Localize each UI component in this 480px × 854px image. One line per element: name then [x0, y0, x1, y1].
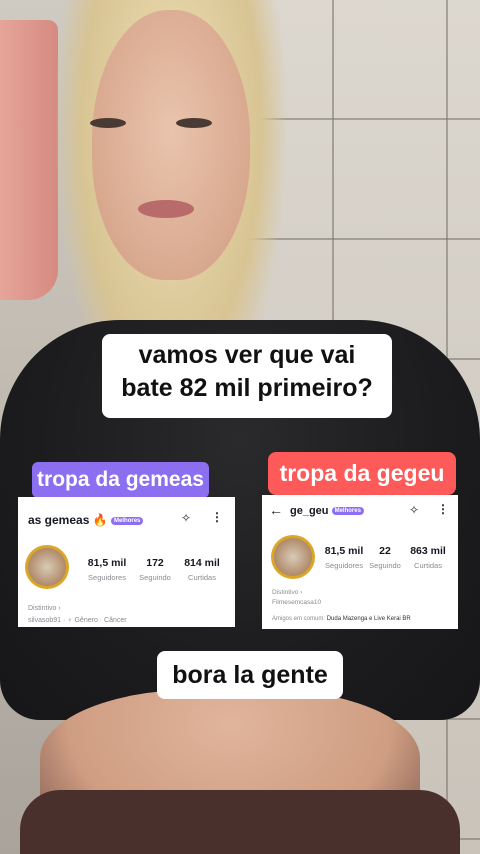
profile-bio: Filmesemcasa10 [272, 599, 322, 606]
pants [20, 790, 460, 854]
following-label: Seguindo [369, 561, 401, 570]
profile-info-line: silvasob91 · ♀ Gênero · Câncer [28, 617, 127, 624]
profile-badge: Melhores [111, 516, 144, 525]
profile-card-gemeas: as gemeas 🔥 Melhores ✧ ⋮ 81,5 mil Seguid… [18, 497, 235, 627]
pin-icon[interactable]: ✧ [409, 503, 419, 517]
following-label: Seguindo [139, 573, 171, 582]
bottom-caption: bora la gente [157, 651, 343, 699]
profile-badge: Melhores [331, 507, 364, 516]
following-count: 172 [146, 557, 164, 569]
tag-gemeas: tropa da gemeas [32, 462, 209, 498]
likes-label: Curtidas [414, 561, 442, 570]
fire-icon: 🔥 [92, 513, 108, 527]
more-options-icon[interactable]: ⋮ [211, 510, 223, 524]
tag-gegeu: tropa da gegeu [268, 452, 456, 495]
stat-followers[interactable]: 81,5 mil Seguidores [321, 545, 367, 570]
stat-following[interactable]: 22 Seguindo [368, 545, 402, 570]
stat-likes[interactable]: 814 mil Curtidas [178, 557, 226, 582]
back-arrow-icon[interactable]: ← [269, 502, 283, 518]
left-eye [90, 118, 126, 128]
more-options-icon[interactable]: ⋮ [437, 502, 449, 516]
likes-count: 863 mil [410, 545, 446, 557]
avatar[interactable] [271, 535, 315, 579]
distintivo-link[interactable]: Distintivo › [272, 589, 302, 596]
main-caption-line1: vamos ver que vai [138, 341, 356, 369]
right-eye [176, 118, 212, 128]
towel [0, 20, 58, 300]
person-face [92, 10, 250, 280]
avatar[interactable] [25, 545, 69, 589]
stat-likes[interactable]: 863 mil Curtidas [405, 545, 451, 570]
mutual-friends-label: Amigos em comum: [272, 616, 326, 622]
main-caption-line2: bate 82 mil primeiro? [121, 374, 373, 402]
followers-label: Seguidores [325, 561, 363, 570]
profile-username: as gemeas 🔥 Melhores [28, 513, 144, 527]
stat-followers[interactable]: 81,5 mil Seguidores [82, 557, 132, 582]
mutual-friends-names: Duda Mazenga e Live Kerai BR [326, 616, 411, 622]
lips [138, 200, 194, 218]
followers-count: 81,5 mil [87, 557, 127, 569]
profile-username: ge_geu Melhores [290, 505, 364, 517]
mutual-friends: Amigos em comum: Duda Mazenga e Live Ker… [272, 616, 411, 622]
likes-label: Curtidas [188, 573, 216, 582]
main-caption: vamos ver que vai bate 82 mil primeiro? [102, 334, 392, 418]
likes-count: 814 mil [184, 557, 220, 569]
followers-count: 81,5 mil [324, 545, 364, 557]
distintivo-link[interactable]: Distintivo › [28, 605, 61, 612]
username-text: as gemeas [28, 513, 90, 527]
stat-following[interactable]: 172 Seguindo [136, 557, 174, 582]
profile-card-gegeu: ← ge_geu Melhores ✧ ⋮ 81,5 mil Seguidore… [262, 495, 458, 629]
following-count: 22 [379, 545, 391, 557]
pin-icon[interactable]: ✧ [181, 511, 191, 525]
followers-label: Seguidores [88, 573, 126, 582]
video-background [0, 0, 480, 854]
username-text: ge_geu [290, 505, 329, 517]
